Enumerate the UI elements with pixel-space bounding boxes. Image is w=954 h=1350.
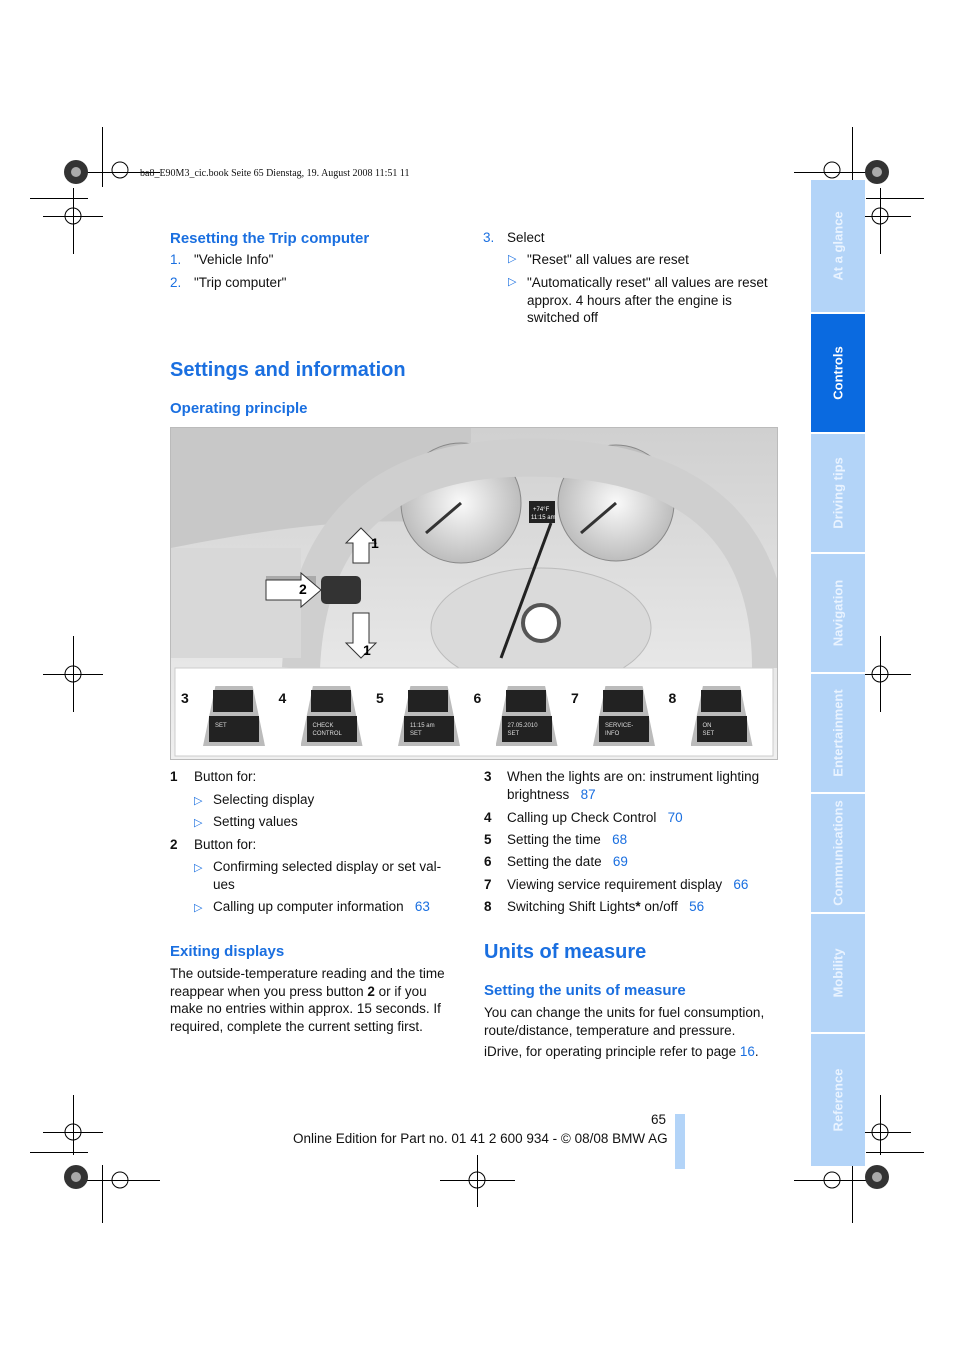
page-link[interactable]: 70 bbox=[668, 810, 683, 825]
svg-text:2: 2 bbox=[299, 581, 307, 597]
page-link[interactable]: 66 bbox=[733, 877, 748, 892]
reset-heading: Resetting the Trip computer bbox=[170, 230, 370, 247]
svg-text:11:15 am: 11:15 am bbox=[531, 515, 556, 521]
reset-step-2: 2. "Trip computer" bbox=[170, 275, 287, 290]
tab-entertainment[interactable]: Entertainment bbox=[811, 674, 865, 792]
manual-page: ba8_E90M3_cic.book Seite 65 Dienstag, 19… bbox=[0, 0, 954, 1350]
callout-number: 6 bbox=[473, 690, 482, 706]
callout-number: 3 bbox=[181, 690, 189, 706]
reset-step-1: 1. "Vehicle Info" bbox=[170, 252, 274, 267]
tab-driving-tips[interactable]: Driving tips bbox=[811, 434, 865, 552]
page-link[interactable]: 63 bbox=[415, 899, 430, 914]
exiting-heading: Exiting displays bbox=[170, 943, 285, 960]
display-callout: 7 SERVICE- INFO bbox=[571, 686, 666, 756]
reset-option: ▷ "Automatically reset" all values are re… bbox=[508, 275, 768, 325]
legend-right: 3 When the lights are on: instrument ligh… bbox=[484, 769, 760, 914]
page-link[interactable]: 68 bbox=[612, 832, 627, 847]
display-strip: 3 SET 4 CHECK CONTROL 5 11:15 am SET 6 27.05.2010… bbox=[181, 686, 771, 758]
page-link[interactable]: 69 bbox=[613, 854, 628, 869]
tab-communications[interactable]: Communications bbox=[811, 794, 865, 912]
tab-navigation[interactable]: Navigation bbox=[811, 554, 865, 672]
page-link[interactable]: 56 bbox=[689, 899, 704, 914]
units-heading: Units of measure bbox=[484, 941, 647, 963]
exiting-text: The outside-temperature reading and the … bbox=[170, 966, 445, 1034]
page-link[interactable]: 87 bbox=[581, 787, 596, 802]
units-subheading: Setting the units of measure bbox=[484, 982, 686, 999]
svg-text:+74°F: +74°F bbox=[533, 507, 550, 513]
reset-step-3: 3. Select bbox=[483, 230, 545, 245]
page-link[interactable]: 16 bbox=[740, 1044, 755, 1059]
display-callout: 3 SET bbox=[181, 686, 276, 756]
svg-text:1: 1 bbox=[371, 535, 379, 551]
tab-mobility[interactable]: Mobility bbox=[811, 914, 865, 1032]
display-callout: 5 11:15 am SET bbox=[376, 686, 471, 756]
tab-reference[interactable]: Reference bbox=[811, 1034, 865, 1166]
callout-number: 5 bbox=[376, 690, 384, 706]
callout-number: 4 bbox=[278, 690, 287, 706]
page-marker bbox=[675, 1114, 685, 1169]
svg-text:1: 1 bbox=[363, 642, 371, 658]
legend-left: 1 Button for: ▷ Selecting display ▷ Setting… bbox=[170, 769, 442, 914]
steering-wheel-illustration: +74°F 11:15 am 1 2 1 3 SET 4 CHECK CONTROL 5 1… bbox=[170, 427, 778, 760]
callout-number: 8 bbox=[668, 690, 677, 706]
footer-edition: Online Edition for Part no. 01 41 2 600 … bbox=[293, 1131, 668, 1146]
display-callout: 4 CHECK CONTROL bbox=[279, 686, 374, 756]
display-callout: 8 ON SET bbox=[669, 686, 764, 756]
settings-heading: Settings and information bbox=[170, 359, 406, 381]
reset-option: ▷ "Reset" all values are reset bbox=[508, 252, 689, 267]
units-text: You can change the units for fuel consum… bbox=[484, 1005, 765, 1059]
display-callout: 6 27.05.2010 SET bbox=[474, 686, 569, 756]
tab-controls[interactable]: Controls bbox=[811, 314, 865, 432]
callout-number: 7 bbox=[571, 690, 579, 706]
print-header: ba8_E90M3_cic.book Seite 65 Dienstag, 19… bbox=[140, 168, 410, 179]
page-number: 65 bbox=[651, 1112, 667, 1127]
operating-principle-heading: Operating principle bbox=[170, 400, 308, 417]
tab-at-a-glance[interactable]: At a glance bbox=[811, 180, 865, 312]
